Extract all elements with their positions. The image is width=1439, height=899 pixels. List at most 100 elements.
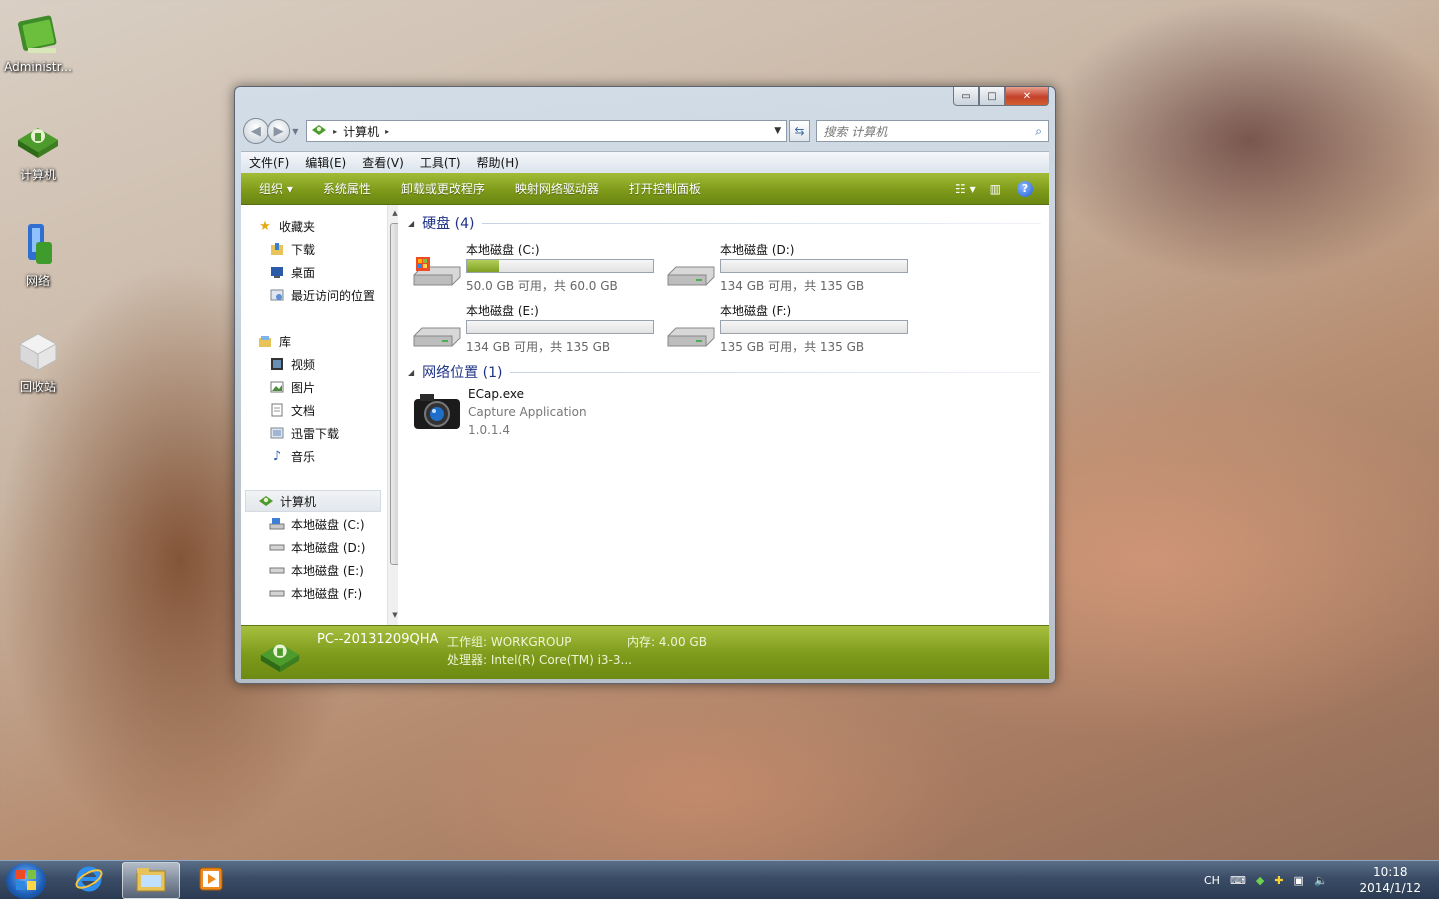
recycle-bin-icon — [14, 326, 62, 374]
drive-usage-bar — [466, 259, 654, 273]
processor-text: 处理器: Intel(R) Core(TM) i3-3... — [447, 653, 632, 667]
libraries-icon — [257, 333, 273, 349]
nav-label: 下载 — [291, 242, 316, 257]
recent-places-icon — [269, 287, 285, 303]
security-shield-icon[interactable]: ◆ — [1256, 874, 1264, 887]
search-box[interactable]: 搜索 计算机 ⌕ — [816, 120, 1049, 142]
back-button[interactable]: ◀ — [243, 118, 269, 144]
drive-usage-bar — [720, 320, 908, 334]
memory-text: 内存: 4.00 GB — [627, 635, 707, 649]
language-indicator[interactable]: CH — [1204, 874, 1220, 887]
clock-date: 2014/1/12 — [1359, 881, 1421, 895]
taskbar-explorer-button[interactable] — [122, 862, 180, 899]
drive-icon — [666, 314, 716, 350]
desktop-icon-recycle-bin[interactable]: 回收站 — [0, 326, 76, 395]
camera-icon — [412, 391, 462, 434]
group-header-hard-disks[interactable]: ◢ 硬盘 (4) — [408, 213, 1041, 233]
network-item-version: 1.0.1.4 — [468, 423, 510, 437]
taskbar-ie-button[interactable] — [60, 862, 118, 899]
nav-label: 库 — [279, 334, 292, 349]
desktop-icon-network[interactable]: 网络 — [0, 220, 76, 289]
nav-computer[interactable]: 计算机 — [245, 490, 381, 512]
nav-label: 收藏夹 — [279, 219, 316, 234]
plus-app-icon[interactable]: ✚ — [1274, 874, 1283, 887]
open-control-panel-button[interactable]: 打开控制面板 — [629, 180, 701, 197]
recent-pages-dropdown[interactable]: ▼ — [292, 127, 302, 136]
group-header-network-locations[interactable]: ◢ 网络位置 (1) — [408, 362, 1041, 382]
clock[interactable]: 10:18 2014/1/12 — [1359, 864, 1421, 896]
breadcrumb-separator[interactable]: ▸ — [333, 127, 337, 136]
preview-pane-icon[interactable]: ▥ — [990, 182, 1001, 196]
menu-tools[interactable]: 工具(T) — [420, 154, 461, 171]
system-properties-button[interactable]: 系统属性 — [323, 180, 371, 197]
map-network-drive-button[interactable]: 映射网络驱动器 — [515, 180, 599, 197]
uninstall-program-button[interactable]: 卸载或更改程序 — [401, 180, 485, 197]
group-divider — [510, 371, 1041, 373]
drive-free-space: 134 GB 可用，共 135 GB — [466, 340, 611, 354]
system-tray: CH ⌨ ◆ ✚ ▣ 🔈 — [1204, 861, 1328, 899]
network-status-icon[interactable]: ▣ — [1294, 874, 1304, 887]
details-pane: PC--20131209QHA 工作组: WORKGROUP 内存: 4.00 … — [241, 625, 1049, 679]
drive-item[interactable]: 本地磁盘 (D:) 134 GB 可用，共 135 GB — [666, 241, 916, 301]
collapse-triangle-icon[interactable]: ◢ — [408, 368, 414, 377]
internet-explorer-icon — [74, 864, 104, 897]
view-options-icon[interactable]: ☷ ▾ — [955, 182, 976, 196]
command-bar: 组织 ▾ 系统属性 卸载或更改程序 映射网络驱动器 打开控制面板 ☷ ▾ ▥ ? — [241, 173, 1049, 205]
organize-button[interactable]: 组织 ▾ — [259, 180, 293, 197]
computer-icon — [14, 114, 62, 162]
refresh-icon: ⇆ — [794, 124, 805, 138]
keyboard-icon[interactable]: ⌨ — [1230, 874, 1246, 887]
volume-icon[interactable]: 🔈 — [1314, 874, 1328, 887]
desktop-icon-computer[interactable]: 计算机 — [0, 114, 76, 183]
drive-icon — [269, 539, 285, 555]
taskbar-media-player-button[interactable] — [182, 862, 240, 899]
desktop-icon-label: Administr... — [4, 60, 72, 74]
drive-item[interactable]: 本地磁盘 (E:) 134 GB 可用，共 135 GB — [412, 302, 662, 362]
search-icon[interactable]: ⌕ — [1035, 124, 1042, 139]
network-item-ecap[interactable]: ECap.exe Capture Application 1.0.1.4 — [412, 385, 662, 445]
navigation-row: ◀ ▶ ▼ ▸ 计算机 ▸ ▼ ⇆ 搜索 计算机 ⌕ — [243, 117, 1049, 145]
drive-item[interactable]: 本地磁盘 (F:) 135 GB 可用，共 135 GB — [666, 302, 916, 362]
desktop-icon-administrator[interactable]: Administr... — [0, 8, 76, 74]
drive-usage-bar — [466, 320, 654, 334]
nav-libraries[interactable]: 库 — [257, 330, 397, 352]
forward-button[interactable]: ▶ — [266, 119, 291, 143]
menu-edit[interactable]: 编辑(E) — [305, 154, 346, 171]
nav-label: 桌面 — [291, 265, 316, 280]
breadcrumb-computer[interactable]: 计算机 — [343, 123, 379, 140]
refresh-button[interactable]: ⇆ — [788, 120, 811, 142]
menu-help[interactable]: 帮助(H) — [477, 154, 519, 171]
explorer-folder-icon — [135, 865, 167, 896]
explorer-window: ▭ □ ✕ ◀ ▶ ▼ ▸ 计算机 ▸ ▼ ⇆ 搜索 计算机 ⌕ 文件(F) 编… — [234, 86, 1056, 684]
search-placeholder: 搜索 计算机 — [823, 124, 888, 139]
drive-icon — [269, 585, 285, 601]
collapse-triangle-icon[interactable]: ◢ — [408, 219, 414, 228]
menu-view[interactable]: 查看(V) — [362, 154, 404, 171]
documents-icon — [269, 402, 285, 418]
drive-item[interactable]: 本地磁盘 (C:) 50.0 GB 可用，共 60.0 GB — [412, 241, 662, 301]
drive-name: 本地磁盘 (C:) — [466, 243, 540, 257]
nav-label: 文档 — [291, 403, 316, 418]
network-item-name: ECap.exe — [468, 387, 525, 401]
menu-file[interactable]: 文件(F) — [249, 154, 289, 171]
windows-logo-icon — [15, 869, 37, 894]
maximize-button[interactable]: □ — [979, 87, 1005, 106]
address-bar[interactable]: ▸ 计算机 ▸ ▼ — [306, 120, 787, 142]
start-button[interactable] — [6, 863, 46, 899]
close-button[interactable]: ✕ — [1005, 87, 1049, 106]
downloads-folder-icon — [269, 241, 285, 257]
drive-name: 本地磁盘 (E:) — [466, 304, 539, 318]
system-drive-icon — [269, 516, 285, 532]
breadcrumb-separator[interactable]: ▸ — [385, 127, 389, 136]
help-icon[interactable]: ? — [1017, 180, 1033, 197]
menu-bar: 文件(F) 编辑(E) 查看(V) 工具(T) 帮助(H) — [241, 151, 1049, 173]
nav-favorites[interactable]: ★ 收藏夹 — [257, 215, 397, 237]
nav-label: 音乐 — [291, 449, 316, 464]
taskbar: CH ⌨ ◆ ✚ ▣ 🔈 10:18 2014/1/12 — [0, 860, 1439, 899]
computer-large-icon — [257, 630, 303, 679]
nav-label: 本地磁盘 (F:) — [291, 586, 363, 601]
minimize-button[interactable]: ▭ — [953, 87, 979, 106]
group-title: 网络位置 (1) — [422, 365, 503, 381]
address-dropdown-icon[interactable]: ▼ — [770, 126, 786, 136]
workgroup-text: 工作组: WORKGROUP — [447, 635, 572, 649]
